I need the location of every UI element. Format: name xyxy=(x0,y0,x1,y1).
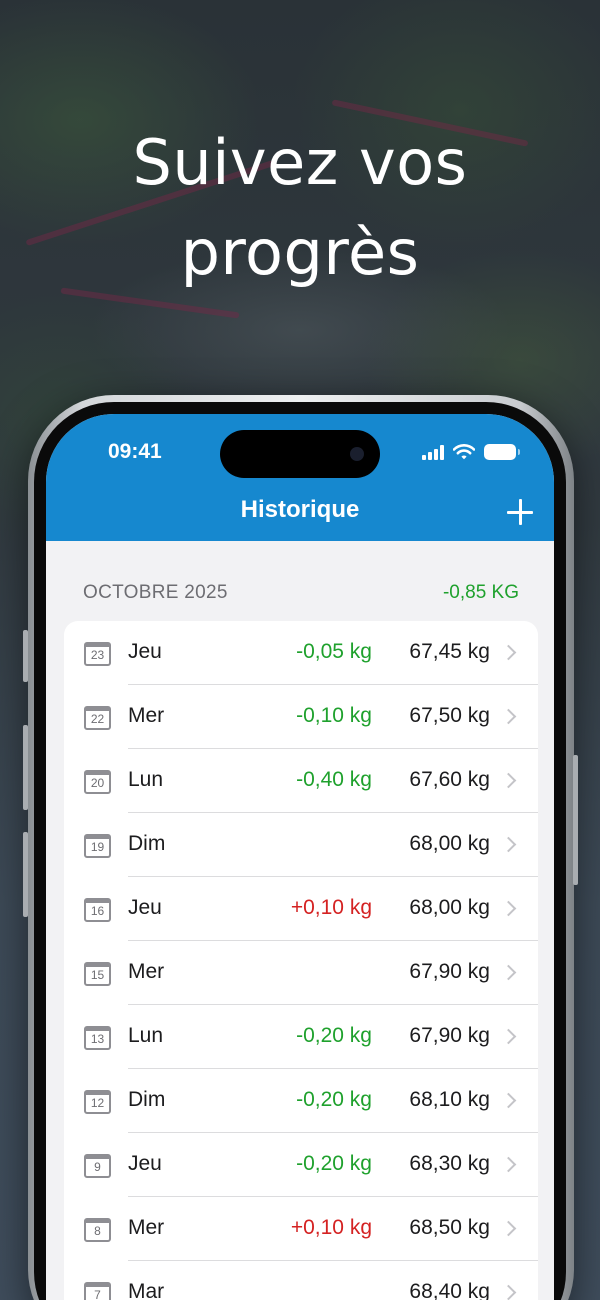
volume-down-button xyxy=(23,832,28,917)
entry-weight: 68,10 kg xyxy=(409,1088,490,1111)
history-row[interactable]: 16 Jeu +0,10 kg 68,00 kg xyxy=(64,877,538,941)
headline: Suivez vos progrès xyxy=(0,118,600,298)
calendar-icon: 23 xyxy=(84,642,111,666)
entry-day: Dim xyxy=(128,1088,166,1111)
history-row[interactable]: 8 Mer +0,10 kg 68,50 kg xyxy=(64,1197,538,1261)
chevron-right-icon xyxy=(500,964,517,981)
entry-weight: 67,90 kg xyxy=(409,960,490,983)
camera-icon xyxy=(350,447,364,461)
chevron-right-icon xyxy=(500,708,517,725)
entry-day: Jeu xyxy=(128,896,162,919)
entry-change: +0,10 kg xyxy=(290,1216,372,1239)
calendar-icon: 7 xyxy=(84,1282,111,1300)
chevron-right-icon xyxy=(500,644,517,661)
history-row[interactable]: 13 Lun -0,20 kg 67,90 kg xyxy=(64,1005,538,1069)
entry-change: -0,20 kg xyxy=(296,1024,372,1047)
calendar-date: 12 xyxy=(90,1096,105,1110)
headline-line-1: Suivez vos xyxy=(132,126,468,199)
chevron-right-icon xyxy=(500,900,517,917)
chevron-right-icon xyxy=(500,1284,517,1300)
entry-weight: 68,30 kg xyxy=(409,1152,490,1175)
status-time: 09:41 xyxy=(108,440,162,463)
entry-change: -0,40 kg xyxy=(296,768,372,791)
calendar-icon: 12 xyxy=(84,1090,111,1114)
history-row[interactable]: 9 Jeu -0,20 kg 68,30 kg xyxy=(64,1133,538,1197)
calendar-icon: 13 xyxy=(84,1026,111,1050)
status-icons xyxy=(422,444,520,460)
entry-weight: 68,50 kg xyxy=(409,1216,490,1239)
entry-weight: 68,00 kg xyxy=(409,896,490,919)
chevron-right-icon xyxy=(500,1092,517,1109)
chevron-right-icon xyxy=(500,1220,517,1237)
history-row[interactable]: 15 Mer 67,90 kg xyxy=(64,941,538,1005)
calendar-date: 8 xyxy=(94,1224,101,1238)
history-row[interactable]: 12 Dim -0,20 kg 68,10 kg xyxy=(64,1069,538,1133)
calendar-date: 19 xyxy=(90,840,105,854)
calendar-icon: 19 xyxy=(84,834,111,858)
history-row[interactable]: 20 Lun -0,40 kg 67,60 kg xyxy=(64,749,538,813)
action-button xyxy=(23,630,28,682)
section-header: OCTOBRE 2025 -0,85 KG xyxy=(83,582,519,604)
chevron-right-icon xyxy=(500,1156,517,1173)
calendar-date: 16 xyxy=(90,904,105,918)
entry-weight: 68,40 kg xyxy=(409,1280,490,1300)
entry-day: Lun xyxy=(128,768,164,791)
chevron-right-icon xyxy=(500,772,517,789)
entry-day: Dim xyxy=(128,832,166,855)
entry-day: Lun xyxy=(128,1024,164,1047)
calendar-date: 15 xyxy=(90,968,105,982)
calendar-date: 7 xyxy=(94,1288,101,1300)
calendar-date: 20 xyxy=(90,776,105,790)
calendar-date: 23 xyxy=(90,648,105,662)
calendar-icon: 8 xyxy=(84,1218,111,1242)
entry-weight: 67,90 kg xyxy=(409,1024,490,1047)
calendar-icon: 20 xyxy=(84,770,111,794)
calendar-icon: 15 xyxy=(84,962,111,986)
history-row[interactable]: 19 Dim 68,00 kg xyxy=(64,813,538,877)
history-row[interactable]: 7 Mar 68,40 kg xyxy=(64,1261,538,1300)
entry-day: Jeu xyxy=(128,640,162,663)
entry-weight: 67,60 kg xyxy=(409,768,490,791)
dynamic-island xyxy=(220,430,380,478)
calendar-date: 9 xyxy=(94,1160,101,1174)
entry-change: -0,05 kg xyxy=(296,640,372,663)
volume-up-button xyxy=(23,725,28,810)
entry-weight: 68,00 kg xyxy=(409,832,490,855)
entry-day: Mar xyxy=(128,1280,165,1300)
add-entry-button[interactable] xyxy=(506,498,534,526)
phone-screen: 09:41 Historique OCTOBRE 2025 -0,85 KG 2… xyxy=(46,414,554,1300)
entry-day: Mer xyxy=(128,704,165,727)
calendar-icon: 9 xyxy=(84,1154,111,1178)
page-title: Historique xyxy=(240,496,360,523)
history-row[interactable]: 23 Jeu -0,05 kg 67,45 kg xyxy=(64,621,538,685)
entry-day: Jeu xyxy=(128,1152,162,1175)
history-row[interactable]: 22 Mer -0,10 kg 67,50 kg xyxy=(64,685,538,749)
section-total-change: -0,85 KG xyxy=(442,582,519,603)
entry-change: -0,20 kg xyxy=(296,1088,372,1111)
calendar-icon: 16 xyxy=(84,898,111,922)
entry-change: +0,10 kg xyxy=(290,896,372,919)
history-list: 23 Jeu -0,05 kg 67,45 kg 22 Mer -0,10 kg 67,50 … xyxy=(64,621,538,1300)
entry-day: Mer xyxy=(128,960,165,983)
navigation-bar: 09:41 Historique xyxy=(46,414,554,541)
chevron-right-icon xyxy=(500,836,517,853)
chevron-right-icon xyxy=(500,1028,517,1045)
power-button xyxy=(573,755,578,885)
entry-change: -0,10 kg xyxy=(296,704,372,727)
entry-weight: 67,45 kg xyxy=(409,640,490,663)
calendar-date: 22 xyxy=(90,712,105,726)
section-month: OCTOBRE 2025 xyxy=(83,582,228,603)
entry-day: Mer xyxy=(128,1216,165,1239)
calendar-icon: 22 xyxy=(84,706,111,730)
headline-line-2: progrès xyxy=(180,216,420,289)
battery-icon xyxy=(484,444,520,460)
cellular-signal-icon xyxy=(422,444,444,460)
entry-change: -0,20 kg xyxy=(296,1152,372,1175)
entry-weight: 67,50 kg xyxy=(409,704,490,727)
wifi-icon xyxy=(453,444,475,460)
calendar-date: 13 xyxy=(90,1032,105,1046)
